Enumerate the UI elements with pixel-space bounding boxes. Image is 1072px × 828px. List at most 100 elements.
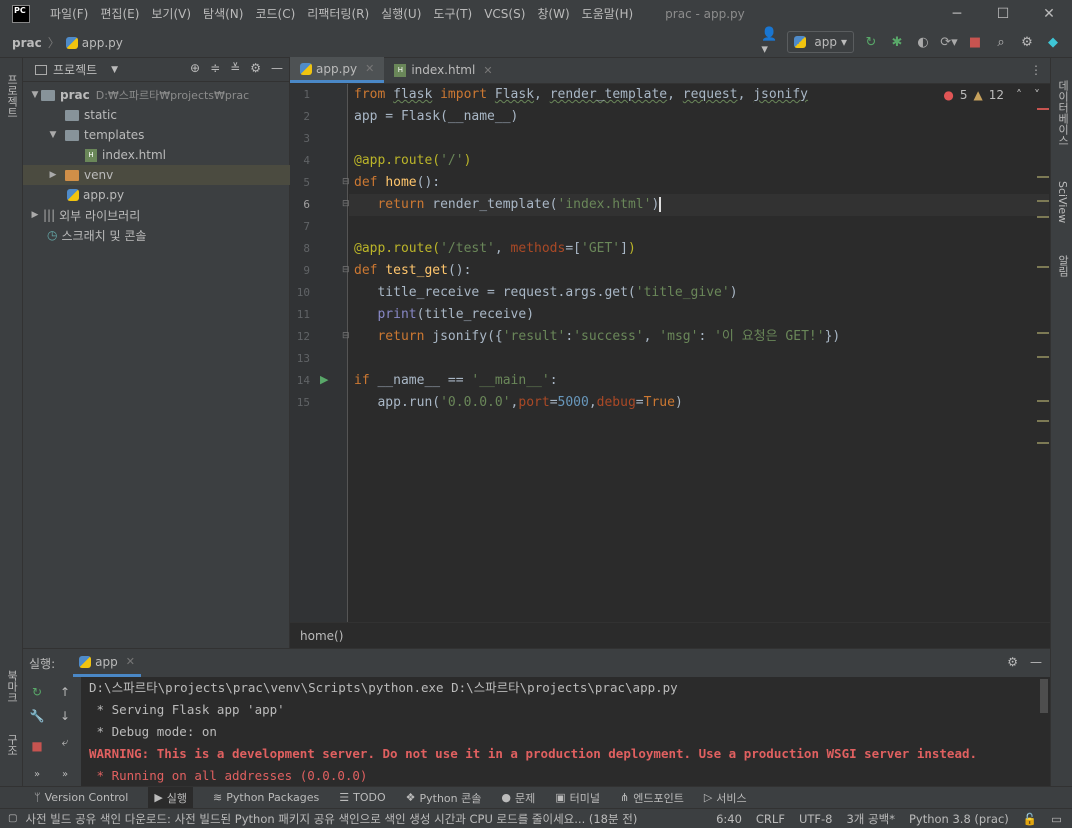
menu-vcs[interactable]: VCS(S) <box>478 0 531 28</box>
menu-code[interactable]: 코드(C) <box>249 0 301 28</box>
menu-file[interactable]: 파일(F) <box>44 0 94 28</box>
console-output[interactable]: D:\스파르타\projects\prac\venv\Scripts\pytho… <box>89 677 1039 787</box>
jetbrains-icon[interactable]: ◆ <box>1044 33 1062 51</box>
menu-view[interactable]: 보기(V) <box>145 0 197 28</box>
folder-icon <box>41 89 55 101</box>
locate-icon[interactable]: ⊕ <box>190 61 200 75</box>
rerun-icon[interactable]: ↻ <box>862 33 880 51</box>
chevron-down-icon[interactable]: ▼ <box>111 65 118 75</box>
debug-icon[interactable]: ✱ <box>888 33 906 51</box>
project-panel-title[interactable]: 프로젝트 <box>53 61 97 78</box>
database-tool-tab[interactable]: 데이터베이스 <box>1053 68 1072 158</box>
hide-icon[interactable]: — <box>1030 655 1042 669</box>
services-tool-tab[interactable]: ▷ 서비스 <box>704 790 747 806</box>
terminal-icon: ▣ <box>555 791 566 804</box>
console-scrollbar[interactable] <box>1040 679 1048 713</box>
tree-item-external-libraries[interactable]: ▶ ||| 외부 라이브러리 <box>23 205 290 225</box>
file-encoding[interactable]: UTF-8 <box>799 812 833 826</box>
run-tab-app[interactable]: app ✕ <box>73 649 141 677</box>
warning-marker <box>1037 420 1049 422</box>
gear-icon[interactable]: ⚙ <box>1018 33 1036 51</box>
layout-icon[interactable]: ▢ <box>8 813 17 824</box>
python-packages-tool-tab[interactable]: ≋ Python Packages <box>213 791 319 804</box>
close-button[interactable]: ✕ <box>1026 0 1072 28</box>
gear-icon[interactable]: ⚙ <box>1007 655 1018 669</box>
status-message[interactable]: 사전 빌드 공유 색인 다운로드: 사전 빌드된 Python 패키지 공유 색… <box>25 811 637 827</box>
rerun-icon[interactable]: ↻ <box>28 683 46 701</box>
tab-app-py[interactable]: app.py ✕ <box>290 57 385 83</box>
structure-tool-tab[interactable]: 구조 <box>2 730 21 760</box>
version-control-tool-tab[interactable]: ᛘ Version Control <box>34 791 128 804</box>
endpoints-icon: ⋔ <box>620 791 630 804</box>
scrollbar-markers[interactable] <box>1036 84 1050 622</box>
user-icon[interactable]: 👤▾ <box>761 27 779 57</box>
menu-tools[interactable]: 도구(T) <box>427 0 478 28</box>
menu-navigate[interactable]: 탐색(N) <box>197 0 249 28</box>
profile-icon[interactable]: ⟳▾ <box>940 33 958 51</box>
breadcrumb-function[interactable]: home() <box>300 629 343 643</box>
tree-item-app-py[interactable]: app.py <box>23 185 290 205</box>
memory-icon[interactable]: ▭ <box>1051 812 1062 826</box>
close-icon[interactable]: ✕ <box>365 62 374 75</box>
gear-icon[interactable]: ⚙ <box>250 61 261 75</box>
todo-tool-tab[interactable]: ☰ TODO <box>339 791 385 804</box>
close-icon[interactable]: ✕ <box>483 64 492 77</box>
maximize-button[interactable]: ☐ <box>980 0 1026 28</box>
more-vertical-icon[interactable]: ⋮ <box>1030 63 1042 77</box>
library-icon: ||| <box>43 208 56 222</box>
project-tool-tab[interactable]: 프로젝트 <box>2 66 21 126</box>
stop-icon[interactable]: ■ <box>28 737 46 755</box>
lock-icon[interactable]: 🔓 <box>1023 812 1037 826</box>
arrow-up-icon[interactable]: ↑ <box>56 683 74 701</box>
sciview-tool-tab[interactable]: SciView <box>1053 174 1072 230</box>
chevron-right-icon: ▶ <box>31 210 39 220</box>
menu-run[interactable]: 실행(U) <box>375 0 427 28</box>
tree-item-scratches[interactable]: ◷ 스크래치 및 콘솔 <box>23 225 290 245</box>
bookmarks-tool-tab[interactable]: 북마크 <box>2 668 21 704</box>
menu-refactor[interactable]: 리팩터링(R) <box>301 0 375 28</box>
arrow-down-icon[interactable]: ↓ <box>56 707 74 725</box>
stop-icon[interactable]: ■ <box>966 33 984 51</box>
breadcrumb-project[interactable]: prac <box>12 36 42 50</box>
run-tool-tab[interactable]: ▶ 실행 <box>148 786 194 809</box>
menu-help[interactable]: 도움말(H) <box>576 0 640 28</box>
line-separator[interactable]: CRLF <box>756 812 785 826</box>
soft-wrap-icon[interactable]: ⤶ <box>56 733 74 751</box>
more-icon[interactable]: » <box>28 765 46 783</box>
code-breadcrumb[interactable]: home() <box>290 622 1050 648</box>
inspection-widget[interactable]: ● 5 ▲ 12 ˄ ˅ <box>943 88 1040 102</box>
tree-item-templates[interactable]: ▼ templates <box>23 125 290 145</box>
folder-icon <box>65 129 79 141</box>
menu-edit[interactable]: 편집(E) <box>94 0 145 28</box>
notifications-tool-tab[interactable]: 알림 <box>1053 246 1072 286</box>
hide-icon[interactable]: — <box>271 61 283 75</box>
breadcrumb-file[interactable]: app.py <box>82 36 123 50</box>
endpoints-tool-tab[interactable]: ⋔ 엔드포인트 <box>620 790 684 806</box>
tree-item-prac[interactable]: ▼ prac D:₩스파르타₩projects₩prac <box>23 85 290 105</box>
minimize-button[interactable]: ─ <box>934 0 980 28</box>
menu-window[interactable]: 창(W) <box>531 0 575 28</box>
problems-tool-tab[interactable]: ● 문제 <box>501 790 535 806</box>
tab-index-html[interactable]: H index.html ✕ <box>384 57 502 83</box>
chevron-up-icon[interactable]: ˄ <box>1016 88 1022 102</box>
run-config-label: app <box>814 35 837 49</box>
editor-tabs: app.py ✕ H index.html ✕ <box>290 57 1050 84</box>
coverage-icon[interactable]: ◐ <box>914 33 932 51</box>
more-icon[interactable]: » <box>56 765 74 783</box>
search-icon[interactable]: ⌕ <box>992 33 1010 51</box>
warning-marker <box>1037 176 1049 178</box>
wrench-icon[interactable]: 🔧 <box>28 707 46 725</box>
close-icon[interactable]: ✕ <box>126 655 135 668</box>
python-interpreter[interactable]: Python 3.8 (prac) <box>909 812 1009 826</box>
collapse-all-icon[interactable]: ≚ <box>230 61 240 75</box>
terminal-tool-tab[interactable]: ▣ 터미널 <box>555 790 600 806</box>
tree-item-venv[interactable]: ▶ venv <box>23 165 290 185</box>
tree-item-index-html[interactable]: H index.html <box>23 145 290 165</box>
caret-position[interactable]: 6:40 <box>716 812 742 826</box>
tree-item-static[interactable]: static <box>23 105 290 125</box>
indent-setting[interactable]: 3개 공백* <box>846 811 894 827</box>
expand-all-icon[interactable]: ≑ <box>210 61 220 75</box>
run-config-select[interactable]: app ▾ <box>787 31 854 53</box>
code-area[interactable]: from flask import Flask, render_template… <box>290 84 1036 622</box>
python-console-tool-tab[interactable]: ❖ Python 콘솔 <box>406 790 482 806</box>
